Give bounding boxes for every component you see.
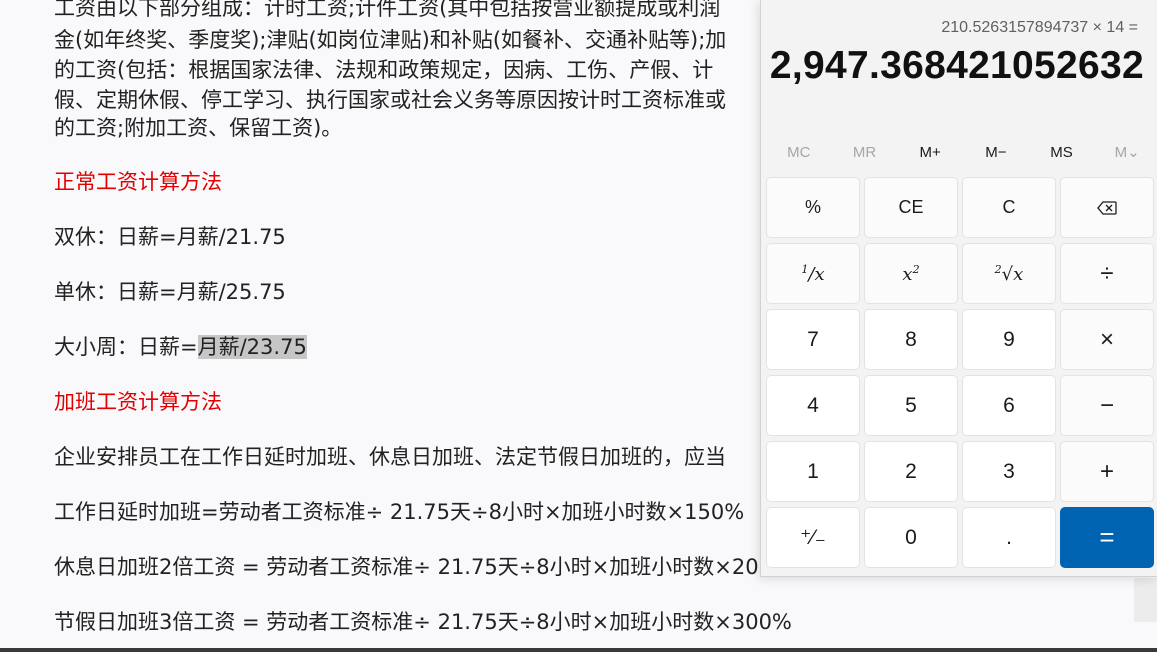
reciprocal-label: 1/x (801, 262, 825, 285)
alt-week-formula: 大小周：日薪=月薪/23.75 (54, 333, 834, 361)
digit-3-label: 3 (1003, 459, 1015, 483)
subtract-label: − (1099, 391, 1114, 419)
digit-6-button[interactable]: 6 (962, 375, 1056, 436)
digit-4-button[interactable]: 4 (766, 375, 860, 436)
digit-9-button[interactable]: 9 (962, 309, 1056, 370)
digit-7-button[interactable]: 7 (766, 309, 860, 370)
divide-label: ÷ (1100, 259, 1114, 287)
result-display: 2,947.368421052632 (769, 44, 1144, 87)
weekday-overtime-formula: 工作日延时加班=劳动者工资标准÷ 21.75天÷8小时×加班小时数×150% (54, 500, 745, 524)
digit-2-button[interactable]: 2 (864, 441, 958, 502)
holiday-overtime-formula: 节假日加班3倍工资 = 劳动者工资标准÷ 21.75天÷8小时×加班小时数×30… (54, 610, 792, 634)
memory-add-button[interactable]: M+ (897, 139, 963, 167)
normal-wage-heading: 正常工资计算方法 (54, 170, 222, 194)
digit-4-label: 4 (807, 393, 819, 417)
root-radicand: x (1013, 263, 1024, 285)
taskbar-edge (0, 648, 1157, 652)
intro-line-5: 的工资;附加工资、保留工资)。 (54, 116, 343, 140)
add-button[interactable]: + (1060, 441, 1154, 502)
divide-button[interactable]: ÷ (1060, 243, 1154, 304)
digit-8-button[interactable]: 8 (864, 309, 958, 370)
square-root-button[interactable]: 2√x (962, 243, 1056, 304)
digit-5-button[interactable]: 5 (864, 375, 958, 436)
digit-0-label: 0 (905, 525, 917, 549)
digit-9-label: 9 (1003, 327, 1015, 351)
memory-bar: MC MR M+ M− MS M⌄ (766, 139, 1157, 167)
expression-display: 210.5263157894737 × 14 = (941, 19, 1138, 36)
intro-line-3: 的工资(包括：根据国家法律、法规和政策规定，因病、工伤、产假、计 (54, 58, 714, 82)
clear-entry-button[interactable]: CE (864, 177, 958, 238)
multiply-label: × (1099, 325, 1114, 353)
reciprocal-denominator: x (814, 263, 825, 285)
overtime-heading: 加班工资计算方法 (54, 390, 222, 414)
digit-7-label: 7 (807, 327, 819, 351)
intro-line-1: 工资由以下部分组成：计时工资;计件工资(其中包括按营业额提成或利润 (54, 0, 721, 20)
square-button[interactable]: x2 (864, 243, 958, 304)
reciprocal-numerator: 1 (801, 262, 809, 276)
intro-line-2: 金(如年终奖、季度奖);津贴(如岗位津贴)和补贴(如餐补、交通补贴等);加 (54, 28, 727, 52)
scrollbar-thumb[interactable] (1134, 578, 1157, 622)
memory-clear-button[interactable]: MC (766, 139, 832, 167)
negate-label: ⁺⁄₋ (800, 526, 826, 549)
reciprocal-button[interactable]: 1/x (766, 243, 860, 304)
percent-button[interactable]: % (766, 177, 860, 238)
square-base: x (902, 263, 913, 285)
decimal-label: . (1006, 525, 1012, 549)
memory-list-button[interactable]: M⌄ (1094, 139, 1157, 167)
decimal-button[interactable]: . (962, 507, 1056, 568)
restday-overtime-formula: 休息日加班2倍工资 = 劳动者工资标准÷ 21.75天÷8小时×加班小时数×20… (54, 555, 792, 579)
backspace-icon (1097, 200, 1117, 215)
alt-week-prefix: 大小周：日薪= (54, 335, 198, 359)
add-label: + (1099, 457, 1114, 485)
backspace-button[interactable] (1060, 177, 1154, 238)
clear-entry-label: CE (898, 197, 924, 217)
digit-6-label: 6 (1003, 393, 1015, 417)
digit-1-label: 1 (807, 459, 819, 483)
digit-1-button[interactable]: 1 (766, 441, 860, 502)
digit-5-label: 5 (905, 393, 917, 417)
keypad: % CE C 1/x x2 2√x ÷ 7 8 9 × 4 5 6 − 1 2 … (766, 177, 1155, 568)
clear-button[interactable]: C (962, 177, 1056, 238)
digit-3-button[interactable]: 3 (962, 441, 1056, 502)
memory-subtract-button[interactable]: M− (963, 139, 1029, 167)
calculator-window: 210.5263157894737 × 14 = 2,947.368421052… (760, 0, 1157, 577)
square-exponent: 2 (912, 262, 920, 276)
square-label: x2 (902, 263, 919, 285)
percent-label: % (804, 197, 821, 217)
intro-line-4: 假、定期休假、停工学习、执行国家或社会义务等原因按计时工资标准或 (54, 88, 726, 112)
square-root-label: 2√x (994, 262, 1024, 285)
digit-8-label: 8 (905, 327, 917, 351)
memory-recall-button[interactable]: MR (832, 139, 898, 167)
equals-button[interactable]: = (1060, 507, 1154, 568)
root-index: 2 (994, 262, 1002, 276)
clear-label: C (1002, 197, 1016, 217)
negate-button[interactable]: ⁺⁄₋ (766, 507, 860, 568)
overtime-intro: 企业安排员工在工作日延时加班、休息日加班、法定节假日加班的，应当 (54, 445, 726, 469)
selected-text[interactable]: 月薪/23.75 (197, 335, 307, 359)
single-rest-formula: 单休：日薪=月薪/25.75 (54, 280, 286, 304)
memory-store-button[interactable]: MS (1029, 139, 1095, 167)
digit-2-label: 2 (905, 459, 917, 483)
double-rest-formula: 双休：日薪=月薪/21.75 (54, 225, 286, 249)
subtract-button[interactable]: − (1060, 375, 1154, 436)
multiply-button[interactable]: × (1060, 309, 1154, 370)
digit-0-button[interactable]: 0 (864, 507, 958, 568)
equals-label: = (1099, 522, 1115, 552)
